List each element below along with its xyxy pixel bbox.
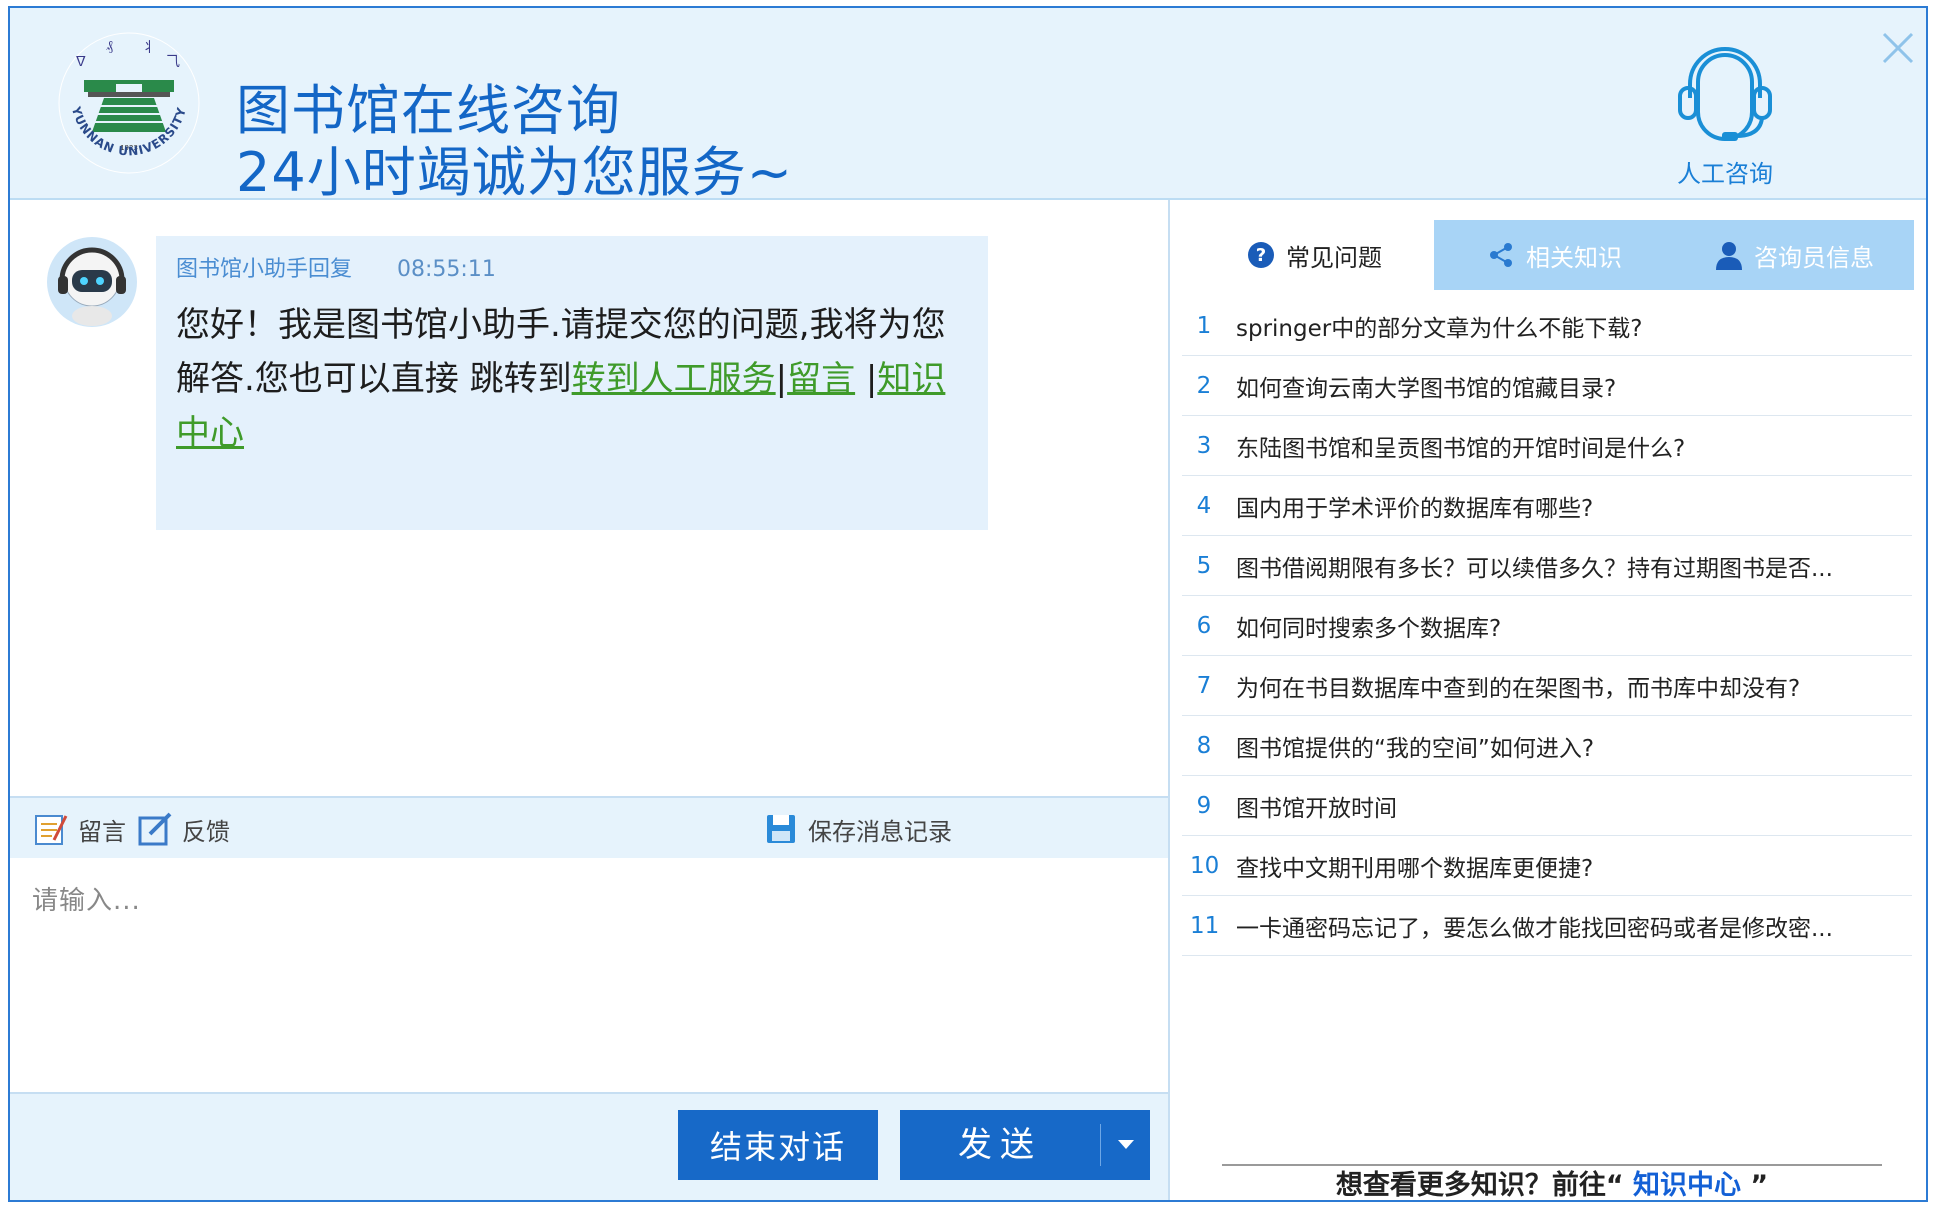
faq-number: 6: [1196, 612, 1212, 639]
message-sender: 图书馆小助手回复: [176, 257, 353, 282]
link-separator: |: [855, 359, 878, 399]
send-label: 发送: [958, 1126, 1042, 1164]
faq-item[interactable]: 6 如何同时搜索多个数据库?: [1182, 596, 1912, 656]
feedback-tool[interactable]: 反馈: [136, 810, 230, 848]
yunnan-university-logo: ᐁ ₰ ⺦ ⺄ 1923 YUNNAN UNIVERSITY: [58, 32, 200, 174]
tab-consultant-info[interactable]: 咨询员信息: [1674, 220, 1914, 290]
faq-number: 7: [1196, 672, 1212, 699]
human-service-label[interactable]: 人工咨询: [1650, 154, 1800, 189]
side-tabs: ? 常见问题 相关知识 咨询员信息: [1194, 220, 1914, 290]
faq-item[interactable]: 4 国内用于学术评价的数据库有哪些?: [1182, 476, 1912, 536]
more-knowledge: 想查看更多知识？前往“ 知识中心 ”: [1222, 1164, 1882, 1201]
faq-number: 5: [1196, 552, 1212, 579]
faq-question: 图书馆开放时间: [1236, 795, 1397, 822]
save-record-label: 保存消息记录: [808, 817, 952, 846]
tab-consultant-info-label: 咨询员信息: [1754, 243, 1874, 272]
message-time: 08:55:11: [397, 257, 496, 282]
tab-related-knowledge[interactable]: 相关知识: [1434, 220, 1674, 290]
assistant-avatar: [47, 237, 137, 327]
faq-item[interactable]: 2 如何查询云南大学图书馆的馆藏目录?: [1182, 356, 1912, 416]
faq-question: 图书借阅期限有多长？可以续借多久？持有过期图书是否...: [1236, 555, 1833, 582]
faq-question: 为何在书目数据库中查到的在架图书，而书库中却没有?: [1236, 675, 1801, 702]
link-separator: |: [775, 359, 788, 399]
close-icon[interactable]: [1878, 28, 1918, 68]
faq-number: 8: [1196, 732, 1212, 759]
edit-icon: [138, 812, 172, 846]
question-icon: ?: [1248, 242, 1274, 268]
chat-footer: 结束对话 发送: [10, 1092, 1168, 1200]
send-divider: [1100, 1124, 1101, 1166]
send-button[interactable]: 发送: [900, 1110, 1150, 1180]
note-icon: [35, 815, 68, 845]
faq-question: 如何同时搜索多个数据库?: [1236, 615, 1502, 642]
faq-question: 查找中文期刊用哪个数据库更便捷?: [1236, 855, 1594, 882]
transfer-human-link[interactable]: 转到人工服务: [572, 359, 776, 399]
end-chat-button[interactable]: 结束对话: [678, 1110, 878, 1180]
message-bubble: 图书馆小助手回复 08:55:11 您好！我是图书馆小助手.请提交您的问题,我将…: [156, 236, 988, 530]
faq-number: 3: [1196, 432, 1212, 459]
faq-item[interactable]: 8 图书馆提供的“我的空间”如何进入?: [1182, 716, 1912, 776]
faq-question: 东陆图书馆和呈贡图书馆的开馆时间是什么?: [1236, 435, 1686, 462]
message-input[interactable]: [10, 858, 1168, 1092]
leave-message-link[interactable]: 留言: [787, 359, 855, 399]
svg-text:₰: ₰: [106, 38, 113, 54]
message-input-area: [10, 858, 1168, 1092]
faq-list: 1 springer中的部分文章为什么不能下载? 2 如何查询云南大学图书馆的馆藏目…: [1182, 296, 1912, 956]
faq-number: 9: [1196, 792, 1212, 819]
more-knowledge-prefix: 想查看更多知识？前往“: [1335, 1170, 1633, 1201]
share-icon: [1490, 243, 1512, 267]
faq-item[interactable]: 7 为何在书目数据库中查到的在架图书，而书库中却没有?: [1182, 656, 1912, 716]
faq-number: 10: [1190, 852, 1220, 879]
svg-text:ᐁ: ᐁ: [76, 54, 86, 70]
faq-number: 1: [1196, 312, 1212, 339]
faq-question: 国内用于学术评价的数据库有哪些?: [1236, 495, 1594, 522]
faq-number: 4: [1196, 492, 1212, 519]
faq-question: 图书馆提供的“我的空间”如何进入?: [1236, 735, 1595, 762]
faq-item[interactable]: 11 一卡通密码忘记了，要怎么做才能找回密码或者是修改密...: [1182, 896, 1912, 956]
svg-text:⺄: ⺄: [166, 54, 180, 70]
knowledge-center-footer-link[interactable]: 知识中心: [1633, 1170, 1741, 1200]
floppy-disk-icon: [767, 815, 795, 843]
headset-icon[interactable]: [1670, 36, 1780, 146]
faq-item[interactable]: 3 东陆图书馆和呈贡图书馆的开馆时间是什么?: [1182, 416, 1912, 476]
faq-question: 一卡通密码忘记了，要怎么做才能找回密码或者是修改密...: [1236, 915, 1833, 942]
header-subtitle: 24小时竭诚为您服务~: [236, 141, 793, 204]
faq-item[interactable]: 5 图书借阅期限有多长？可以续借多久？持有过期图书是否...: [1182, 536, 1912, 596]
faq-question: springer中的部分文章为什么不能下载?: [1236, 315, 1643, 342]
leave-message-tool[interactable]: 留言: [32, 810, 126, 848]
save-record-tool[interactable]: 保存消息记录: [762, 810, 952, 848]
message-text-part2: 解答.您也可以直接 跳转到: [176, 359, 572, 399]
side-pane: ? 常见问题 相关知识 咨询员信息 1 springer中的部分文章为什么不能下…: [1172, 200, 1926, 1201]
feedback-label: 反馈: [182, 817, 230, 846]
faq-number: 11: [1190, 912, 1220, 939]
message-text: 您好！我是图书馆小助手.请提交您的问题,我将为您 解答.您也可以直接 跳转到转到…: [176, 298, 968, 460]
message-text-part1: 您好！我是图书馆小助手.请提交您的问题,我将为您: [176, 305, 946, 345]
chat-pane: 图书馆小助手回复 08:55:11 您好！我是图书馆小助手.请提交您的问题,我将…: [10, 200, 1170, 1200]
user-icon: [1716, 242, 1742, 270]
faq-item[interactable]: 9 图书馆开放时间: [1182, 776, 1912, 836]
tab-related-knowledge-label: 相关知识: [1526, 243, 1622, 272]
faq-question: 如何查询云南大学图书馆的馆藏目录?: [1236, 375, 1617, 402]
chat-toolbar: 留言 反馈 保存消息记录: [10, 796, 1168, 858]
header: ᐁ ₰ ⺦ ⺄ 1923 YUNNAN UNIVERSITY 图书馆在线咨询 2…: [10, 8, 1926, 204]
faq-item[interactable]: 10 查找中文期刊用哪个数据库更便捷?: [1182, 836, 1912, 896]
tab-faq[interactable]: ? 常见问题: [1194, 220, 1434, 290]
svg-text:⺦: ⺦: [142, 40, 156, 56]
svg-text:?: ?: [1256, 245, 1266, 266]
chat-window: ᐁ ₰ ⺦ ⺄ 1923 YUNNAN UNIVERSITY 图书馆在线咨询 2…: [8, 6, 1928, 1202]
tab-faq-label: 常见问题: [1286, 243, 1382, 272]
leave-message-label: 留言: [78, 817, 126, 846]
faq-number: 2: [1196, 372, 1212, 399]
more-knowledge-suffix: ”: [1741, 1170, 1769, 1201]
faq-item[interactable]: 1 springer中的部分文章为什么不能下载?: [1182, 296, 1912, 356]
chevron-down-icon[interactable]: [1114, 1132, 1138, 1156]
